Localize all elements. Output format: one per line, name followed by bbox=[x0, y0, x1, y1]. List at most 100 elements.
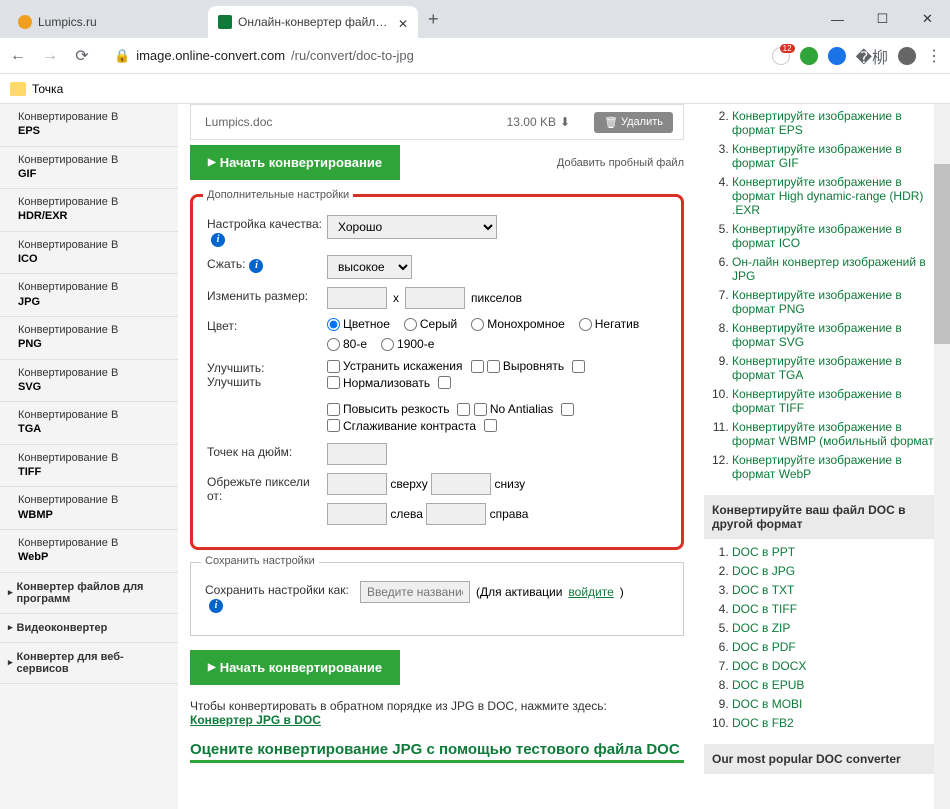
right-link[interactable]: Он-лайн конвертер изображений в JPG bbox=[732, 255, 926, 283]
info-icon[interactable]: i bbox=[249, 259, 263, 273]
crop-top-input[interactable] bbox=[327, 473, 387, 495]
sidebar-item[interactable]: Конвертирование ВWBMP bbox=[0, 487, 178, 530]
right-fmt-link[interactable]: DOC в TXT bbox=[732, 583, 794, 597]
right-link[interactable]: Конвертируйте изображение в формат High … bbox=[732, 175, 923, 217]
compress-select[interactable]: высокое bbox=[327, 255, 412, 279]
maximize-button[interactable]: ☐ bbox=[860, 0, 905, 38]
sidebar-item[interactable]: Конвертирование ВEPS bbox=[0, 104, 178, 147]
ext-icon[interactable] bbox=[800, 47, 818, 65]
crop-top-label: сверху bbox=[390, 477, 427, 491]
window-controls: — ☐ ✕ bbox=[815, 0, 950, 38]
settings-name-input[interactable] bbox=[360, 581, 470, 603]
crop-bottom-input[interactable] bbox=[431, 473, 491, 495]
url-field[interactable]: 🔒 image.online-convert.com/ru/convert/do… bbox=[104, 48, 760, 64]
scrollbar-thumb[interactable] bbox=[934, 164, 950, 344]
improve-checkbox[interactable]: Сглаживание контраста bbox=[327, 419, 476, 433]
sidebar-category[interactable]: Конвертер файлов для программ bbox=[0, 573, 178, 614]
sidebar-item[interactable]: Конвертирование ВTIFF bbox=[0, 445, 178, 488]
right-fmt-link[interactable]: DOC в DOCX bbox=[732, 659, 806, 673]
right-link[interactable]: Конвертируйте изображение в формат TGA bbox=[732, 354, 902, 382]
height-input[interactable] bbox=[405, 287, 465, 309]
improve-extra-checkbox[interactable] bbox=[457, 403, 470, 416]
right-fmt-link[interactable]: DOC в EPUB bbox=[732, 678, 804, 692]
improve-checkbox[interactable]: Устранить искажения bbox=[327, 359, 463, 373]
improve-extra-checkbox[interactable] bbox=[471, 360, 484, 373]
improve-checkbox[interactable]: Нормализовать bbox=[327, 376, 430, 390]
right-link[interactable]: Конвертируйте изображение в формат WBMP … bbox=[732, 420, 938, 448]
right-link[interactable]: Конвертируйте изображение в формат PNG bbox=[732, 288, 902, 316]
ext-icon[interactable] bbox=[828, 47, 846, 65]
start-convert-button[interactable]: Начать конвертирование bbox=[190, 650, 400, 685]
browser-tab[interactable]: Lumpics.ru bbox=[8, 6, 208, 38]
right-fmt-link[interactable]: DOC в MOBI bbox=[732, 697, 802, 711]
color-radio[interactable]: 1900-е bbox=[381, 337, 434, 351]
crop-left-input[interactable] bbox=[327, 503, 387, 525]
right-link[interactable]: Конвертируйте изображение в формат EPS bbox=[732, 109, 902, 137]
scrollbar[interactable] bbox=[934, 104, 950, 809]
crop-left-label: слева bbox=[390, 507, 423, 521]
reverse-convert-text: Чтобы конвертировать в обратном порядке … bbox=[190, 699, 684, 727]
improve-extra-checkbox[interactable] bbox=[484, 419, 497, 432]
browser-tab-active[interactable]: Онлайн-конвертер файлов DOC ✕ bbox=[208, 6, 418, 38]
right-fmt-link[interactable]: DOC в JPG bbox=[732, 564, 795, 578]
quality-select[interactable]: Хорошо bbox=[327, 215, 497, 239]
color-radio[interactable]: Негатив bbox=[579, 317, 639, 331]
info-icon[interactable]: i bbox=[211, 233, 225, 247]
forward-button[interactable]: → bbox=[40, 46, 60, 66]
close-icon[interactable]: ✕ bbox=[398, 17, 408, 27]
sidebar-item[interactable]: Конвертирование ВICO bbox=[0, 232, 178, 275]
bookmark-item[interactable]: Точка bbox=[32, 82, 63, 96]
color-radio[interactable]: Серый bbox=[404, 317, 457, 331]
close-button[interactable]: ✕ bbox=[905, 0, 950, 38]
reader-icon[interactable]: �柳 bbox=[856, 44, 888, 68]
back-button[interactable]: ← bbox=[8, 46, 28, 66]
minimize-button[interactable]: — bbox=[815, 0, 860, 38]
color-radio[interactable]: Монохромное bbox=[471, 317, 565, 331]
new-tab-button[interactable]: + bbox=[418, 9, 449, 30]
adblock-icon[interactable] bbox=[772, 47, 790, 65]
sidebar-item[interactable]: Конвертирование ВSVG bbox=[0, 360, 178, 403]
sidebar-item[interactable]: Конвертирование ВHDR/EXR bbox=[0, 189, 178, 232]
sidebar-item[interactable]: Конвертирование ВPNG bbox=[0, 317, 178, 360]
dpi-input[interactable] bbox=[327, 443, 387, 465]
sidebar-item[interactable]: Конвертирование ВWebP bbox=[0, 530, 178, 573]
menu-icon[interactable]: ⋮ bbox=[926, 46, 942, 66]
right-fmt-link[interactable]: DOC в TIFF bbox=[732, 602, 797, 616]
improve-checkbox[interactable]: Выровнять bbox=[487, 359, 564, 373]
color-radio[interactable]: 80-е bbox=[327, 337, 367, 351]
improve-checkbox[interactable]: Повысить резкость bbox=[327, 402, 449, 416]
right-link[interactable]: Конвертируйте изображение в формат TIFF bbox=[732, 387, 902, 415]
sidebar-item[interactable]: Конвертирование ВTGA bbox=[0, 402, 178, 445]
improve-extra-checkbox[interactable] bbox=[572, 360, 585, 373]
crop-right-input[interactable] bbox=[426, 503, 486, 525]
sidebar-category[interactable]: Видеоконвертер bbox=[0, 614, 178, 643]
info-icon[interactable]: i bbox=[209, 599, 223, 613]
improve-extra-checkbox[interactable] bbox=[561, 403, 574, 416]
sidebar-category[interactable]: Конвертер для веб-сервисов bbox=[0, 643, 178, 684]
avatar[interactable] bbox=[898, 47, 916, 65]
additional-settings: Дополнительные настройки Настройка качес… bbox=[190, 194, 684, 550]
right-link[interactable]: Конвертируйте изображение в формат GIF bbox=[732, 142, 902, 170]
right-fmt-link[interactable]: DOC в ZIP bbox=[732, 621, 790, 635]
color-radio[interactable]: Цветное bbox=[327, 317, 390, 331]
reverse-convert-link[interactable]: Конвертер JPG в DOC bbox=[190, 713, 321, 727]
delete-button[interactable]: 🗑Удалить bbox=[594, 112, 673, 133]
improve-extra-checkbox[interactable] bbox=[438, 376, 451, 389]
right-fmt-link[interactable]: DOC в PDF bbox=[732, 640, 796, 654]
fieldset-legend: Сохранить настройки bbox=[201, 555, 319, 567]
right-fmt-link[interactable]: DOC в FB2 bbox=[732, 716, 794, 730]
right-link[interactable]: Конвертируйте изображение в формат SVG bbox=[732, 321, 902, 349]
save-settings: Сохранить настройки Сохранить настройки … bbox=[190, 562, 684, 636]
improve-label: Улучшить: bbox=[207, 361, 265, 375]
right-fmt-link[interactable]: DOC в PPT bbox=[732, 545, 795, 559]
width-input[interactable] bbox=[327, 287, 387, 309]
right-link[interactable]: Конвертируйте изображение в формат ICO bbox=[732, 222, 902, 250]
sidebar-item[interactable]: Конвертирование ВGIF bbox=[0, 147, 178, 190]
improve-checkbox[interactable]: No Antialias bbox=[474, 402, 553, 416]
right-link[interactable]: Конвертируйте изображение в формат WebP bbox=[732, 453, 902, 481]
reload-button[interactable]: ⟳ bbox=[72, 46, 92, 66]
login-link[interactable]: войдите bbox=[568, 585, 613, 599]
add-sample-file-link[interactable]: Добавить пробный файл bbox=[557, 157, 684, 169]
sidebar-item[interactable]: Конвертирование ВJPG bbox=[0, 274, 178, 317]
start-convert-button[interactable]: Начать конвертирование bbox=[190, 145, 400, 180]
